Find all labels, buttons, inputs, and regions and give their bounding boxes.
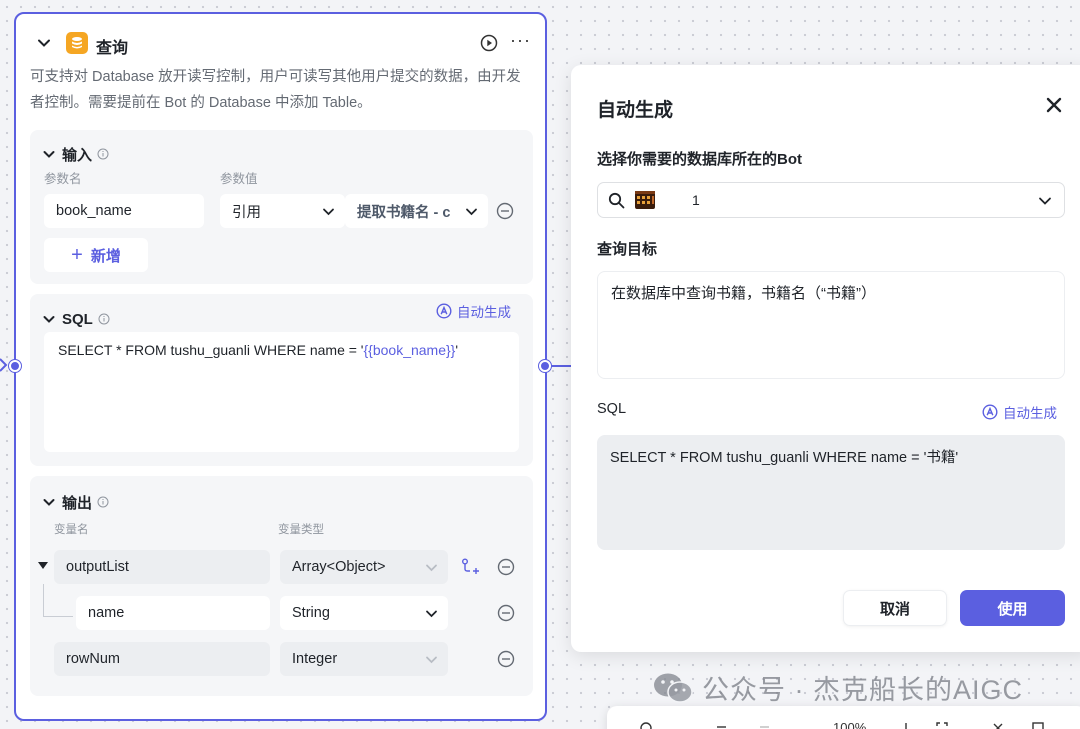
var-name-label: 变量名 xyxy=(54,524,89,536)
output-var-name[interactable]: rowNum xyxy=(54,642,270,676)
output-child-var-type-value: String xyxy=(292,605,330,621)
tree-connector xyxy=(43,616,73,617)
close-icon[interactable] xyxy=(991,721,1005,729)
cancel-button[interactable]: 取消 xyxy=(843,590,947,626)
param-name-input[interactable]: book_name xyxy=(44,194,204,228)
undo-icon[interactable] xyxy=(715,721,729,729)
output-var-type-value: Array<Object> xyxy=(292,559,386,575)
query-target-input[interactable]: 在数据库中查询书籍，书籍名（“书籍”） xyxy=(597,271,1065,379)
layout-icon[interactable] xyxy=(1031,721,1045,729)
param-value-text: 提取书籍名 - c xyxy=(357,204,451,221)
caret-down-icon[interactable] xyxy=(38,562,48,570)
pointer-icon[interactable] xyxy=(639,721,653,729)
sql-panel: SQL 自动生成 SELECT * FROM tushu_guanli WHER… xyxy=(30,294,533,466)
param-type-select[interactable]: 引用 xyxy=(220,194,345,228)
remove-param-icon[interactable] xyxy=(496,202,514,220)
outgoing-edge xyxy=(551,365,573,367)
add-param-button[interactable]: + 新增 xyxy=(44,238,148,272)
redo-icon[interactable] xyxy=(757,721,771,729)
zoom-in-icon[interactable] xyxy=(899,721,913,729)
remove-output-icon[interactable] xyxy=(497,558,515,576)
wechat-icon xyxy=(654,673,693,703)
watermark-text: 公众号 · 杰克船长的AIGC xyxy=(702,675,1024,705)
query-target-label: 查询目标 xyxy=(597,241,658,258)
chevron-down-icon xyxy=(426,610,437,618)
var-type-label: 变量类型 xyxy=(278,524,324,536)
chevron-down-icon xyxy=(426,656,437,664)
output-var-type-value: Integer xyxy=(292,651,338,667)
modal-sql-label: SQL xyxy=(597,401,627,417)
param-name-label: 参数名 xyxy=(44,172,82,186)
chevron-down-icon[interactable] xyxy=(42,147,56,161)
chevron-down-icon xyxy=(323,208,334,216)
tree-connector xyxy=(43,584,44,616)
database-icon xyxy=(66,32,88,54)
auto-generate-modal: 自动生成 选择你需要的数据库所在的Bot 1 查询目标 在数据库中查询书籍，书籍… xyxy=(571,65,1080,652)
remove-output-icon[interactable] xyxy=(497,650,515,668)
query-node-card[interactable]: 查询 ··· 可支持对 Database 放开读写控制，用户可读写其他用户提交的… xyxy=(14,12,547,721)
node-title: 查询 xyxy=(96,40,129,57)
param-value-select[interactable]: 提取书籍名 - c xyxy=(345,194,488,228)
output-port[interactable] xyxy=(539,360,551,372)
info-icon[interactable] xyxy=(97,148,109,160)
sql-editor[interactable]: SELECT * FROM tushu_guanli WHERE name = … xyxy=(44,332,519,452)
input-port[interactable] xyxy=(9,360,21,372)
remove-output-icon[interactable] xyxy=(497,604,515,622)
output-var-type-select[interactable]: Integer xyxy=(280,642,448,676)
sql-query-variable: {{book_name}} xyxy=(363,342,456,358)
modal-auto-generate-link[interactable]: 自动生成 xyxy=(982,402,1057,422)
search-icon xyxy=(608,192,625,209)
chevron-down-icon xyxy=(1039,197,1051,205)
plus-icon: + xyxy=(71,244,83,266)
watermark: 公众号 · 杰克船长的AIGC xyxy=(652,668,1023,707)
info-icon[interactable] xyxy=(97,496,109,508)
chevron-down-icon xyxy=(466,208,477,216)
param-value-label: 参数值 xyxy=(220,172,258,186)
sql-query-text: SELECT * FROM tushu_guanli WHERE name = … xyxy=(58,342,364,358)
close-icon[interactable] xyxy=(1045,96,1063,114)
output-var-type-select[interactable]: Array<Object> xyxy=(280,550,448,584)
output-title: 输出 xyxy=(62,494,93,512)
play-icon[interactable] xyxy=(480,34,498,52)
param-type-value: 引用 xyxy=(232,204,261,221)
modal-auto-generate-label: 自动生成 xyxy=(1003,406,1057,421)
sql-title: SQL xyxy=(62,310,93,328)
output-child-var-type-select[interactable]: String xyxy=(280,596,448,630)
bot-select[interactable]: 1 xyxy=(597,182,1065,218)
generated-sql-box: SELECT * FROM tushu_guanli WHERE name = … xyxy=(597,435,1065,550)
modal-title: 自动生成 xyxy=(597,100,674,121)
fit-view-icon[interactable] xyxy=(935,721,949,729)
output-panel: 输出 变量名 变量类型 outputList Array<Object> nam… xyxy=(30,476,533,696)
add-param-label: 新增 xyxy=(90,247,121,265)
node-description: 可支持对 Database 放开读写控制，用户可读写其他用户提交的数据，由开发者… xyxy=(30,69,521,111)
add-child-icon[interactable] xyxy=(460,558,480,576)
node-header: 查询 ··· xyxy=(16,30,545,58)
zoom-level[interactable]: 100% xyxy=(833,720,866,729)
input-title: 输入 xyxy=(62,146,93,164)
incoming-edge-arrow-icon xyxy=(0,358,8,372)
canvas-toolbar: 100% xyxy=(607,706,1080,729)
bot-select-label: 选择你需要的数据库所在的Bot xyxy=(597,151,802,168)
bot-avatar-icon xyxy=(635,191,655,209)
bot-select-value: 1 xyxy=(692,192,700,208)
sql-auto-generate-link[interactable]: 自动生成 xyxy=(436,301,511,321)
chevron-down-icon[interactable] xyxy=(36,35,52,51)
auto-generate-icon xyxy=(982,404,998,420)
auto-generate-icon xyxy=(436,303,452,319)
output-var-name[interactable]: outputList xyxy=(54,550,270,584)
chevron-down-icon xyxy=(426,564,437,572)
chevron-down-icon[interactable] xyxy=(42,312,56,326)
use-button[interactable]: 使用 xyxy=(960,590,1065,626)
info-icon[interactable] xyxy=(98,313,110,325)
output-child-var-name[interactable]: name xyxy=(76,596,270,630)
chevron-down-icon[interactable] xyxy=(42,495,56,509)
input-panel: 输入 参数名 参数值 book_name 引用 提取书籍名 - c + 新增 xyxy=(30,130,533,284)
more-icon[interactable]: ··· xyxy=(510,30,531,51)
sql-query-suffix: ' xyxy=(455,342,459,358)
sql-auto-generate-label: 自动生成 xyxy=(457,305,511,320)
